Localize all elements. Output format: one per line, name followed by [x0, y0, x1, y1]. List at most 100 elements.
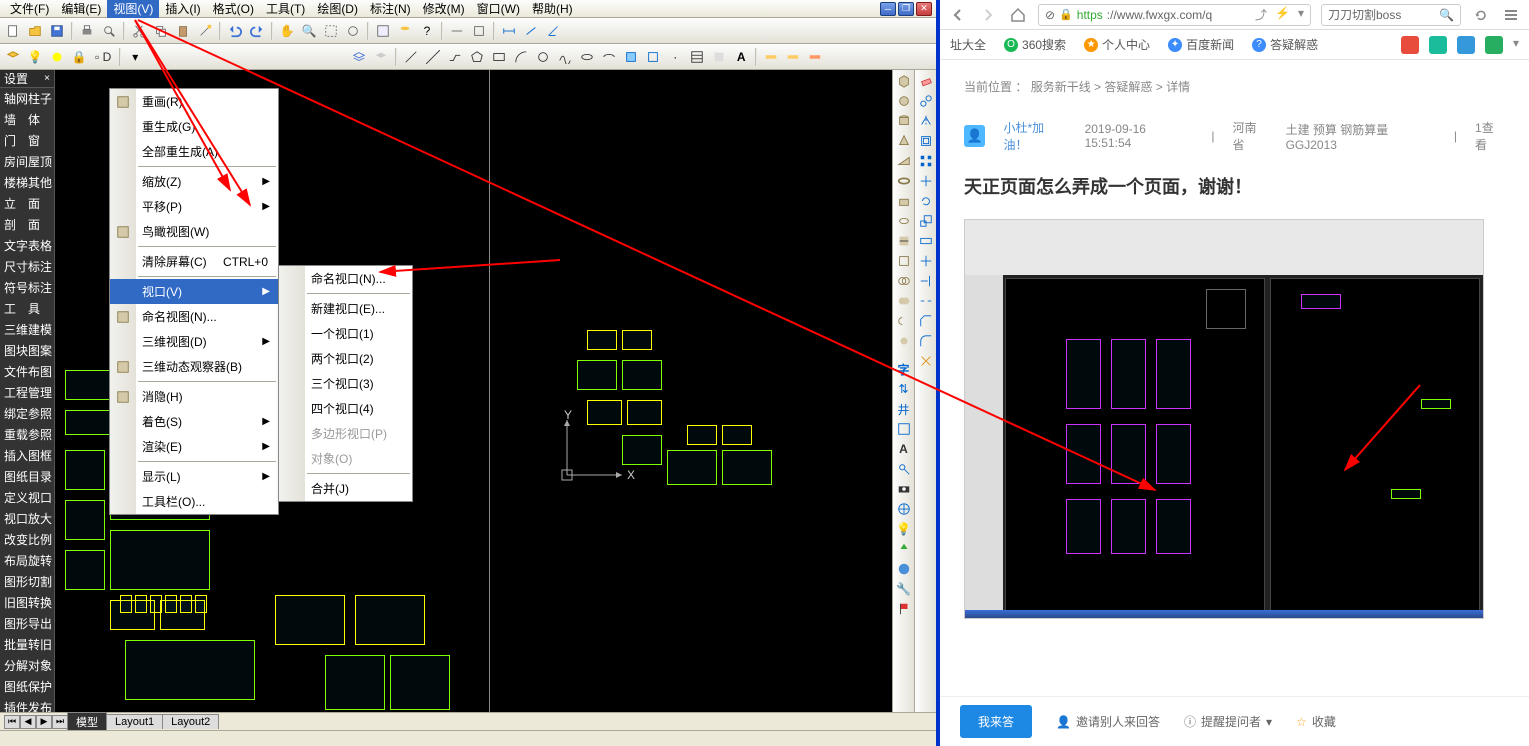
- menu-format[interactable]: 格式(O): [207, 0, 260, 19]
- side-item-1[interactable]: 墙 体: [0, 109, 54, 130]
- layer-combo[interactable]: ▫ D: [91, 50, 115, 64]
- side-item-0[interactable]: 轴网柱子: [0, 88, 54, 109]
- bm-sites[interactable]: 址大全: [950, 36, 986, 53]
- ext-teal-icon[interactable]: [1429, 36, 1447, 54]
- ellipse-arc-icon[interactable]: [599, 47, 619, 67]
- post-author[interactable]: 小杜*加油！: [1003, 119, 1066, 153]
- side-item-27[interactable]: 分解对象: [0, 655, 54, 676]
- section-icon[interactable]: [895, 252, 913, 270]
- properties-icon[interactable]: [373, 21, 393, 41]
- viewport-menu-item-5[interactable]: 三个视口(3): [279, 371, 412, 396]
- box-icon[interactable]: [895, 72, 913, 90]
- ext-red-icon[interactable]: [1401, 36, 1419, 54]
- menu-button[interactable]: [1501, 5, 1521, 25]
- cut-icon[interactable]: [129, 21, 149, 41]
- paste-icon[interactable]: [173, 21, 193, 41]
- side-item-24[interactable]: 旧图转换: [0, 592, 54, 613]
- move-icon[interactable]: [917, 172, 935, 190]
- chamfer-icon[interactable]: [917, 312, 935, 330]
- rotate-icon[interactable]: [917, 192, 935, 210]
- remind-button[interactable]: ⓘ提醒提问者▾: [1184, 713, 1272, 730]
- side-panel-close-icon[interactable]: ×: [44, 73, 50, 84]
- rect-icon[interactable]: [489, 47, 509, 67]
- break-icon[interactable]: [917, 292, 935, 310]
- tab-prev-icon[interactable]: ◀: [20, 715, 36, 729]
- extrude-icon[interactable]: [895, 192, 913, 210]
- side-item-20[interactable]: 视口放大: [0, 508, 54, 529]
- view-menu-item-2[interactable]: 全部重生成(A): [110, 139, 278, 164]
- side-item-10[interactable]: 工 具: [0, 298, 54, 319]
- back-button[interactable]: [948, 5, 968, 25]
- view-menu-item-0[interactable]: 重画(R): [110, 89, 278, 114]
- tab-last-icon[interactable]: ⏭: [52, 715, 68, 729]
- polygon-icon[interactable]: [467, 47, 487, 67]
- view-menu-item-13[interactable]: 三维动态观察器(B): [110, 354, 278, 379]
- xline-icon[interactable]: [423, 47, 443, 67]
- menu-insert[interactable]: 插入(I): [159, 0, 206, 19]
- copy2-icon[interactable]: [917, 92, 935, 110]
- print-icon[interactable]: [77, 21, 97, 41]
- view-menu-item-12[interactable]: 三维视图(D)▶: [110, 329, 278, 354]
- side-item-2[interactable]: 门 窗: [0, 130, 54, 151]
- union-icon[interactable]: [895, 292, 913, 310]
- close-button[interactable]: ✕: [916, 2, 932, 16]
- redo-icon[interactable]: [247, 21, 267, 41]
- side-item-23[interactable]: 图形切割: [0, 571, 54, 592]
- layer-freeze-icon[interactable]: [47, 47, 67, 67]
- menu-tools[interactable]: 工具(T): [260, 0, 311, 19]
- spline-icon[interactable]: [555, 47, 575, 67]
- make-block-icon[interactable]: [643, 47, 663, 67]
- side-item-25[interactable]: 图形导出: [0, 613, 54, 634]
- viewport-menu-item-2[interactable]: 新建视口(E)...: [279, 296, 412, 321]
- dbconnect-icon[interactable]: [395, 21, 415, 41]
- crumb-service[interactable]: 服务新干线: [1031, 80, 1091, 94]
- menu-modify[interactable]: 修改(M): [417, 0, 471, 19]
- stretch-icon[interactable]: [917, 232, 935, 250]
- view-menu-item-5[interactable]: 平移(P)▶: [110, 194, 278, 219]
- scale-icon[interactable]: [917, 212, 935, 230]
- tab-first-icon[interactable]: ⏮: [4, 715, 20, 729]
- open-icon[interactable]: [25, 21, 45, 41]
- pan-icon[interactable]: ✋: [277, 21, 297, 41]
- side-item-5[interactable]: 立 面: [0, 193, 54, 214]
- layers-stack-icon[interactable]: [349, 47, 369, 67]
- search-box[interactable]: 刀刀切割boss 🔍: [1321, 4, 1461, 26]
- tab-model[interactable]: 模型: [67, 712, 107, 731]
- cone-icon[interactable]: [895, 132, 913, 150]
- side-item-19[interactable]: 定义视口: [0, 487, 54, 508]
- menu-window[interactable]: 窗口(W): [471, 0, 526, 19]
- revolve-icon[interactable]: [895, 212, 913, 230]
- dim-quick-icon[interactable]: [783, 47, 803, 67]
- search-icon[interactable]: 🔍: [1439, 8, 1454, 22]
- side-item-18[interactable]: 图纸目录: [0, 466, 54, 487]
- callout-icon[interactable]: [895, 460, 913, 478]
- circle-icon[interactable]: [533, 47, 553, 67]
- view-menu-item-8[interactable]: 清除屏幕(C)CTRL+0: [110, 249, 278, 274]
- view-menu-item-17[interactable]: 渲染(E)▶: [110, 434, 278, 459]
- menu-file[interactable]: 文件(F): [4, 0, 55, 19]
- point-icon[interactable]: ·: [665, 47, 685, 67]
- side-item-14[interactable]: 工程管理: [0, 382, 54, 403]
- crumb-qa[interactable]: 答疑解惑: [1104, 80, 1152, 94]
- side-item-11[interactable]: 三维建模: [0, 319, 54, 340]
- menu-view[interactable]: 视图(V): [107, 0, 159, 19]
- compass-icon[interactable]: [895, 500, 913, 518]
- reload-button[interactable]: [1471, 5, 1491, 25]
- zoom-rt-icon[interactable]: 🔍: [299, 21, 319, 41]
- match-icon[interactable]: [195, 21, 215, 41]
- side-item-4[interactable]: 楼梯其他: [0, 172, 54, 193]
- layerprev-icon[interactable]: [371, 47, 391, 67]
- dim-style-icon[interactable]: [761, 47, 781, 67]
- menu-edit[interactable]: 编辑(E): [55, 0, 107, 19]
- menu-dim[interactable]: 标注(N): [364, 0, 417, 19]
- side-item-28[interactable]: 图纸保护: [0, 676, 54, 697]
- tab-layout1[interactable]: Layout1: [106, 714, 163, 729]
- help-icon[interactable]: ?: [417, 21, 437, 41]
- wedge-icon[interactable]: [895, 152, 913, 170]
- pline-icon[interactable]: [445, 47, 465, 67]
- tab-next-icon[interactable]: ▶: [36, 715, 52, 729]
- fillet-icon[interactable]: [917, 332, 935, 350]
- zoom-prev-icon[interactable]: [343, 21, 363, 41]
- side-item-16[interactable]: 重载参照: [0, 424, 54, 445]
- torus-icon[interactable]: [895, 172, 913, 190]
